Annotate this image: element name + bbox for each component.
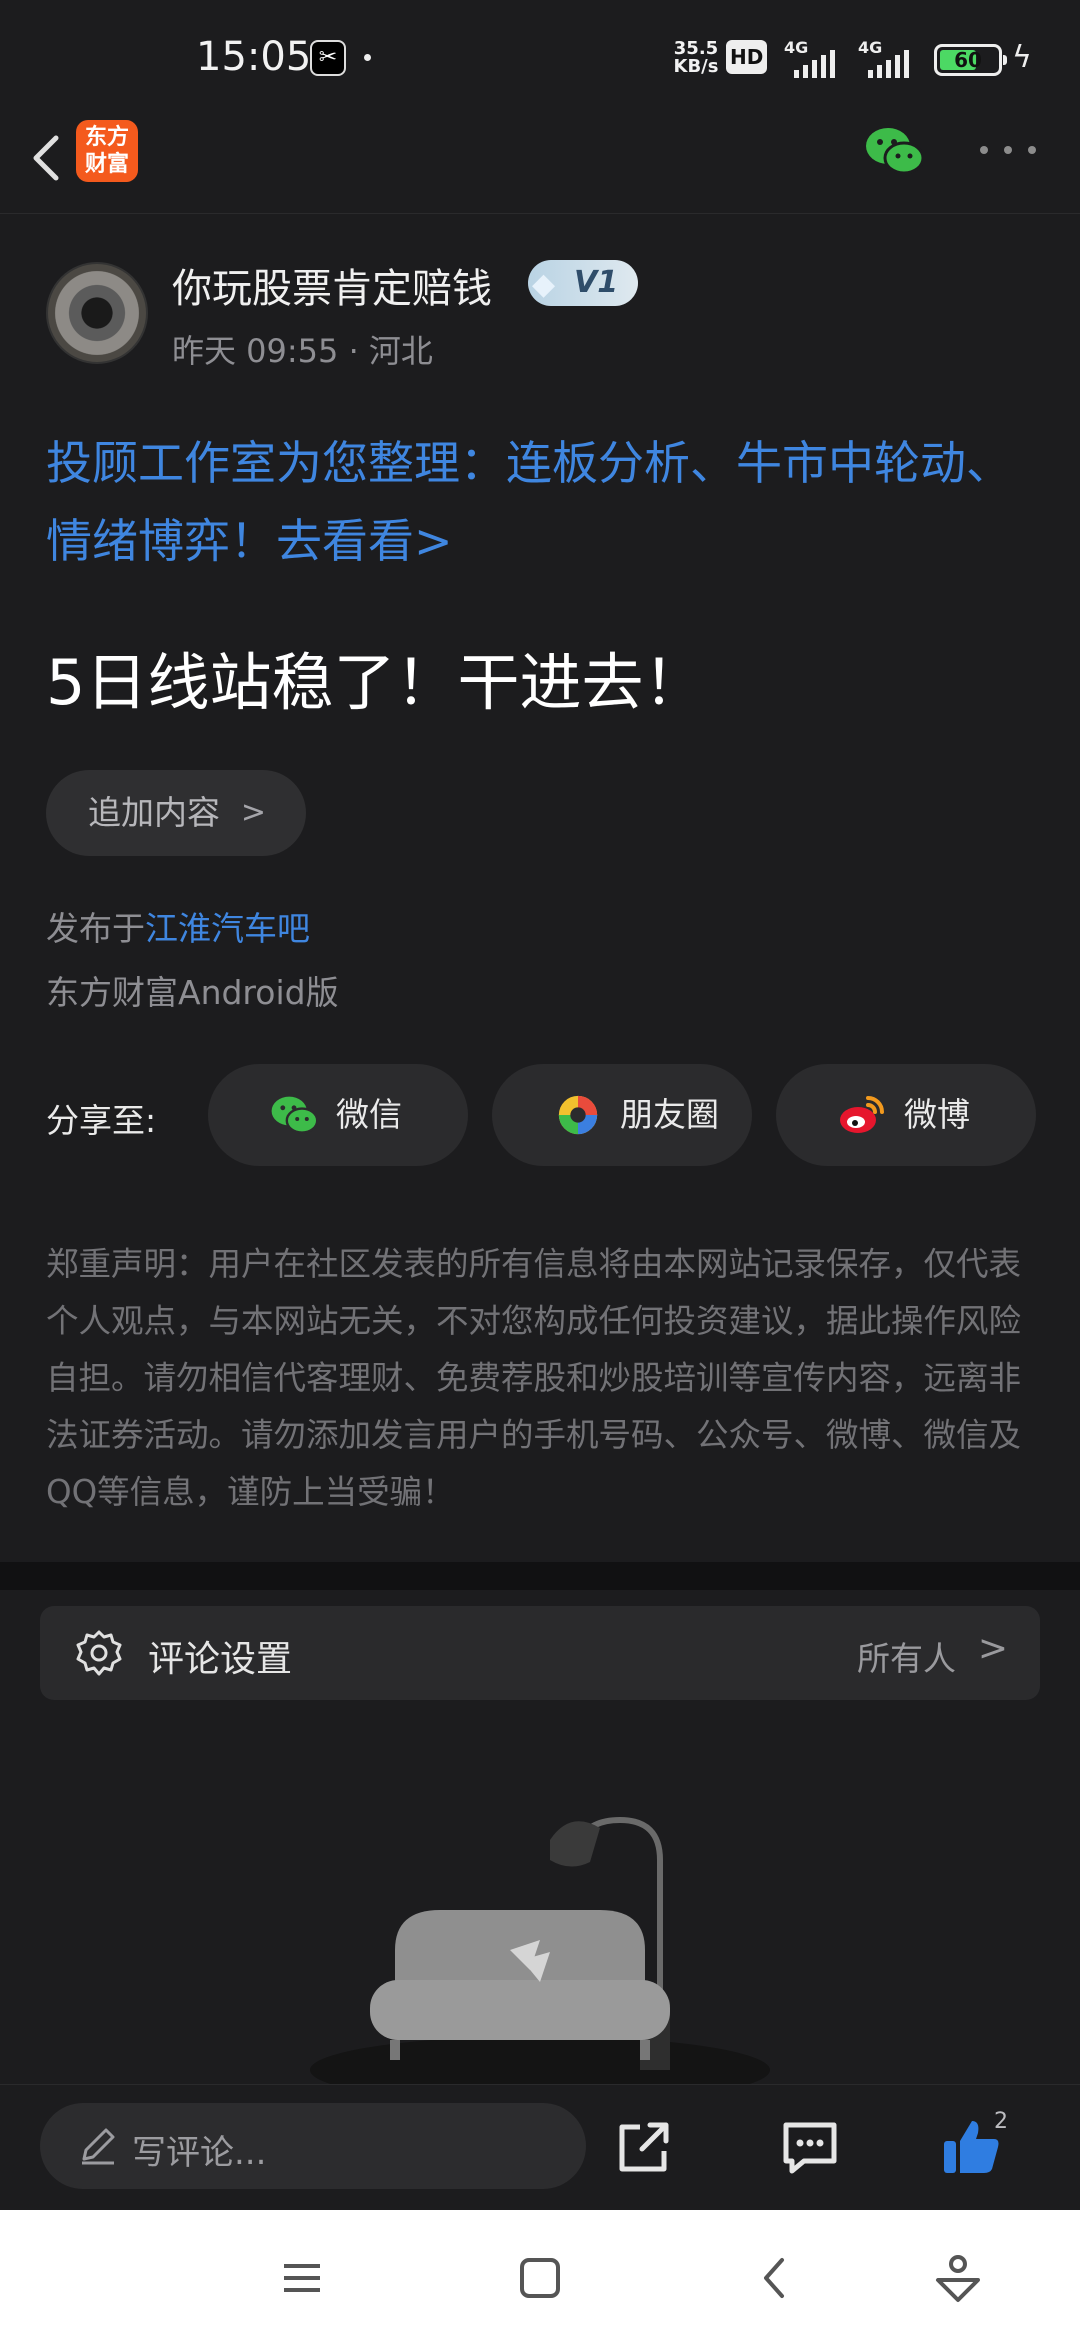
share-weibo-button[interactable]: 微博 [776,1064,1036,1166]
chevron-right-icon: > [977,1628,1008,1669]
capcut-icon: ✂ [310,40,346,76]
disclaimer-text: 郑重声明：用户在社区发表的所有信息将由本网站记录保存，仅代表个人观点，与本网站无… [46,1245,1022,1511]
battery-icon: 60 [934,44,1007,76]
back-icon[interactable] [748,2250,804,2306]
gear-icon [76,1630,122,1676]
comment-placeholder: 写评论... [132,2133,267,2173]
diamond-icon: ◆ [532,267,556,302]
comment-input[interactable]: 写评论... [40,2103,586,2189]
signal-icon-2: 4G [858,38,922,78]
add-content-button[interactable]: 追加内容 > [46,770,306,856]
comment-settings-label: 评论设置 [148,1639,293,1680]
network-speed: 35.5 KB/s [673,38,719,77]
signal-icon: 4G [784,38,848,78]
level-badge: ◆ V1 [528,260,638,306]
avatar[interactable] [46,262,148,364]
hd-icon: HD [726,40,768,74]
assistant-icon[interactable] [930,2250,986,2306]
comment-icon[interactable] [778,2115,842,2179]
status-time: 15:05 [196,34,312,80]
moments-icon [558,1095,598,1135]
bar-link[interactable]: 江淮汽车吧 [145,909,310,948]
author-name[interactable]: 你玩股票肯定赔钱 [172,256,492,314]
share-wechat-button[interactable]: 微信 [208,1064,468,1166]
status-bar: 15:05 ✂ 35.5 KB/s HD 4G 4G 60 ϟ [0,0,1080,110]
back-arrow-icon[interactable] [22,128,82,188]
share-moments-button[interactable]: 朋友圈 [492,1064,752,1166]
wechat-icon[interactable] [864,124,924,178]
comment-settings-value: 所有人 [857,1639,956,1678]
share-icon[interactable] [612,2115,676,2179]
comment-settings-row[interactable]: 评论设置 所有人 > [40,1606,1040,1700]
post-meta: 昨天 09:55 · 河北 [172,332,433,370]
menu-icon[interactable] [274,2250,330,2306]
notification-dot [364,54,371,61]
client-label: 东方财富Android版 [46,973,339,1012]
post-time: 昨天 09:55 [172,332,339,370]
post-title: 5日线站稳了！干进去！ [46,646,706,719]
system-nav-bar [0,2210,1080,2340]
home-icon[interactable] [512,2250,568,2306]
more-icon[interactable] [980,140,1036,160]
post-location: 河北 [368,332,433,370]
chevron-right-icon: > [240,795,266,830]
app-logo[interactable]: 东方 财富 [76,120,138,182]
empty-comments-illustration [310,1816,770,2090]
charging-icon: ϟ [1012,40,1032,75]
like-count: 2 [994,2109,1008,2134]
section-divider [0,1562,1080,1590]
wechat-icon [271,1096,318,1134]
weibo-icon [840,1096,884,1133]
promo-link[interactable]: 投顾工作室为您整理：连板分析、牛市中轮动、情绪博弈！去看看> [46,424,1036,580]
pencil-icon [82,2128,115,2165]
published-in: 发布于江淮汽车吧 [46,909,310,948]
bottom-action-bar: 写评论... 2 [0,2084,1080,2210]
top-nav: 东方 财富 [0,110,1080,214]
share-label: 分享至: [46,1101,157,1140]
